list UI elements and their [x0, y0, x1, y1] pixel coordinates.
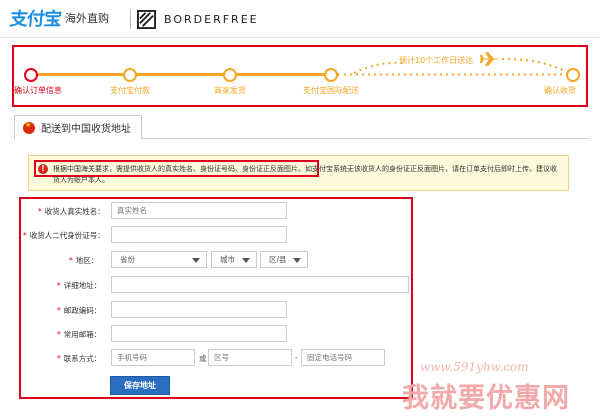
step-3-circle	[223, 68, 237, 82]
chevron-down-icon	[242, 258, 250, 263]
address-label-text: 详细地址：	[63, 281, 102, 290]
email-label: * 常用邮箱：	[57, 329, 101, 340]
city-value: 城市	[220, 255, 235, 264]
name-label: * 收货人真实姓名：	[38, 206, 105, 217]
step-5-circle	[566, 68, 580, 82]
borderfree-logo[interactable]: BORDERFREE	[137, 8, 259, 30]
logo-divider	[130, 9, 131, 29]
alipay-logo[interactable]: 支付宝 海外直购	[8, 6, 109, 30]
required-mark: *	[57, 306, 61, 315]
step-1-circle	[24, 68, 38, 82]
dash-text: -	[295, 353, 298, 362]
id-number-label: * 收货人二代身份证号：	[23, 230, 105, 241]
progress-dotted-arc-left	[354, 61, 404, 74]
step-4-label: 支付宝国际配送	[303, 86, 359, 95]
district-value: 区/县	[269, 255, 287, 264]
alipay-logo-subtitle: 海外直购	[65, 12, 109, 25]
required-mark: *	[23, 231, 27, 240]
address-label: * 详细地址：	[57, 280, 101, 291]
progress-line	[31, 73, 339, 76]
chevron-down-icon	[293, 258, 301, 263]
region-label-text: 地区：	[75, 256, 99, 265]
step-4-circle	[324, 68, 338, 82]
borderfree-icon	[137, 9, 156, 29]
email-input[interactable]	[111, 325, 287, 342]
required-mark: *	[38, 207, 42, 216]
step-2-label: 支付宝付款	[110, 86, 150, 95]
step-2-circle	[123, 68, 137, 82]
region-label: * 地区：	[69, 255, 98, 266]
delivery-estimate: 预计10个工作日送达	[399, 56, 474, 65]
area-code-input[interactable]	[208, 349, 292, 366]
mobile-input[interactable]	[111, 349, 195, 366]
or-text: 或	[199, 354, 207, 363]
chevron-down-icon	[192, 258, 200, 263]
landline-input[interactable]	[301, 349, 385, 366]
id-number-input[interactable]	[111, 226, 287, 243]
step-1-label: 确认订单信息	[14, 86, 62, 95]
watermark-text: 我就要优惠网	[402, 383, 570, 414]
contact-label: * 联系方式：	[57, 353, 101, 364]
required-mark: *	[57, 330, 61, 339]
province-select[interactable]: 省份	[111, 251, 207, 268]
alipay-logo-mark: 支付宝	[8, 9, 62, 30]
required-mark: *	[57, 354, 61, 363]
required-mark: *	[69, 256, 73, 265]
tab-label: 配送到中国收货地址	[41, 124, 131, 135]
save-address-button[interactable]: 保存地址	[110, 376, 170, 395]
airplane-icon	[480, 52, 498, 66]
postcode-label-text: 邮政编码：	[63, 306, 102, 315]
page-header: 支付宝 海外直购 BORDERFREE	[0, 0, 600, 38]
postcode-label: * 邮政编码：	[57, 305, 101, 316]
tab-china-address[interactable]: 配送到中国收货地址	[14, 115, 142, 139]
warning-icon: !	[38, 164, 48, 174]
detailed-address-input[interactable]	[111, 276, 409, 293]
step-5-label: 确认收货	[544, 86, 576, 95]
id-number-label-text: 收货人二代身份证号：	[29, 231, 105, 240]
recipient-name-input[interactable]	[111, 202, 287, 219]
customs-notice: ! 根据中国海关要求，需提供收货人的真实姓名、身份证号码、身份证正反面图片。如支…	[28, 155, 569, 191]
name-label-text: 收货人真实姓名：	[44, 207, 105, 216]
notice-text: 根据中国海关要求，需提供收货人的真实姓名、身份证号码、身份证正反面图片。如支付宝…	[53, 165, 557, 184]
order-progress: 预计10个工作日送达 确认订单信息 支付宝付款 商家发货 支付宝国际配送 确认收…	[12, 45, 588, 107]
contact-label-text: 联系方式：	[63, 354, 102, 363]
progress-dotted-arc-right	[502, 58, 564, 72]
city-select[interactable]: 城市	[211, 251, 257, 268]
district-select[interactable]: 区/县	[260, 251, 308, 268]
required-mark: *	[57, 281, 61, 290]
postcode-input[interactable]	[111, 301, 287, 318]
step-3-label: 商家发货	[214, 86, 246, 95]
watermark-url: www.591yhw.com	[420, 360, 529, 374]
province-value: 省份	[120, 255, 135, 264]
email-label-text: 常用邮箱：	[63, 330, 102, 339]
borderfree-logo-text: BORDERFREE	[164, 12, 259, 26]
china-flag-icon	[23, 121, 35, 134]
